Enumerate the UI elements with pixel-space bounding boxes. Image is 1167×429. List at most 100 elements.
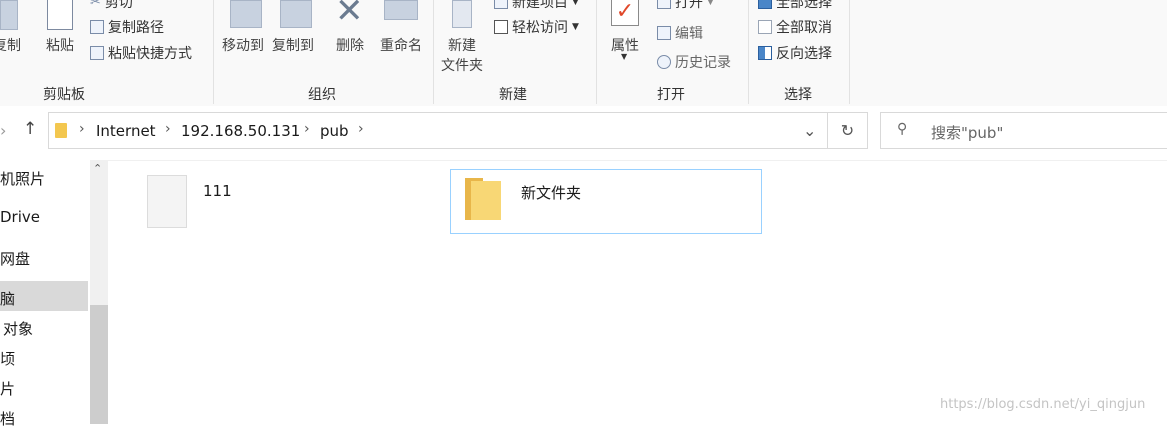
copy-path-button[interactable]: 复制路径 bbox=[90, 17, 164, 37]
separator bbox=[433, 0, 434, 104]
select-all-button[interactable]: 全部选择 bbox=[758, 0, 832, 12]
copy-path-label: 复制路径 bbox=[108, 20, 164, 36]
breadcrumb-internet[interactable]: Internet bbox=[96, 122, 156, 140]
nav-item-camera-roll[interactable]: 机照片 bbox=[0, 168, 88, 189]
copy-icon bbox=[0, 0, 18, 30]
new-folder-icon bbox=[452, 0, 472, 28]
select-all-icon bbox=[758, 0, 772, 9]
chevron-right-icon[interactable]: › bbox=[304, 121, 310, 137]
invert-selection-button[interactable]: 反向选择 bbox=[758, 43, 832, 63]
paste-button[interactable]: 粘贴 bbox=[40, 35, 80, 55]
select-none-icon bbox=[758, 20, 772, 34]
chevron-down-icon: ▼ bbox=[621, 52, 628, 61]
easy-access-button[interactable]: 轻松访问 ▼ bbox=[494, 17, 579, 37]
search-icon: ⚲ bbox=[897, 121, 908, 137]
nav-item-onedrive[interactable]: Drive bbox=[0, 208, 88, 226]
invert-selection-icon bbox=[758, 46, 772, 60]
open-button[interactable]: 打开 ▼ bbox=[657, 0, 714, 12]
nav-item-netdisk[interactable]: 网盘 bbox=[0, 248, 88, 269]
new-item-icon bbox=[494, 0, 508, 9]
paste-shortcut-icon bbox=[90, 46, 104, 60]
copy-to-icon bbox=[280, 0, 312, 28]
edit-label: 编辑 bbox=[675, 26, 703, 42]
copy-path-icon bbox=[90, 20, 104, 34]
navigation-pane: 机照片 Drive 网盘 脑 对象 顷 片 档 bbox=[0, 160, 91, 428]
address-bar[interactable]: › Internet › 192.168.50.131 › pub › ⌄ bbox=[48, 112, 828, 149]
select-none-button[interactable]: 全部取消 bbox=[758, 17, 832, 37]
paste-shortcut-button[interactable]: 粘贴快捷方式 bbox=[90, 43, 192, 63]
chevron-right-icon[interactable]: › bbox=[358, 121, 364, 137]
breadcrumb-pub[interactable]: pub bbox=[320, 122, 349, 140]
history-icon bbox=[657, 55, 671, 69]
rename-button[interactable]: 重命名 bbox=[376, 35, 426, 55]
move-to-button[interactable]: 移动到 bbox=[218, 35, 268, 55]
chevron-down-icon: ▼ bbox=[572, 0, 579, 7]
separator bbox=[748, 0, 749, 104]
search-placeholder: 搜索"pub" bbox=[931, 124, 1004, 142]
chevron-down-icon: ▼ bbox=[707, 0, 714, 7]
separator bbox=[596, 0, 597, 104]
chevron-up-icon[interactable]: ⌃ bbox=[93, 162, 102, 175]
chevron-down-icon[interactable]: ⌄ bbox=[803, 121, 816, 140]
organize-group-label: 组织 bbox=[308, 87, 336, 103]
nav-scrollbar-thumb[interactable] bbox=[90, 305, 108, 424]
select-none-label: 全部取消 bbox=[776, 20, 832, 36]
paste-icon bbox=[47, 0, 73, 30]
chevron-down-icon: ▼ bbox=[572, 22, 579, 32]
watermark: https://blog.csdn.net/yi_qingjun bbox=[940, 397, 1146, 412]
move-to-icon bbox=[230, 0, 262, 28]
copy-to-button[interactable]: 复制到 bbox=[268, 35, 318, 55]
file-icon bbox=[147, 175, 187, 228]
history-button[interactable]: 历史记录 bbox=[657, 52, 731, 72]
copy-button[interactable]: 复制 bbox=[0, 35, 28, 55]
new-item-button[interactable]: 新建项目 ▼ bbox=[494, 0, 579, 12]
chevron-right-icon[interactable]: › bbox=[79, 121, 85, 137]
history-label: 历史记录 bbox=[675, 55, 731, 71]
chevron-right-icon[interactable]: › bbox=[165, 121, 171, 137]
delete-icon: ✕ bbox=[335, 0, 364, 31]
refresh-button[interactable]: ↻ bbox=[828, 112, 868, 149]
address-toolbar: › ↑ › Internet › 192.168.50.131 › pub › … bbox=[0, 106, 1167, 161]
delete-button[interactable]: 删除 bbox=[330, 35, 370, 55]
nav-item-documents[interactable]: 档 bbox=[0, 408, 88, 429]
scissors-icon: ✂ bbox=[90, 0, 101, 10]
open-icon bbox=[657, 0, 671, 9]
refresh-icon: ↻ bbox=[840, 121, 855, 140]
folder-icon bbox=[465, 178, 501, 220]
nav-item-videos[interactable]: 顷 bbox=[0, 348, 88, 369]
new-item-label: 新建项目 bbox=[512, 0, 568, 11]
breadcrumb-host[interactable]: 192.168.50.131 bbox=[181, 122, 300, 140]
select-all-label: 全部选择 bbox=[776, 0, 832, 11]
clipboard-group-label: 剪贴板 bbox=[43, 87, 85, 103]
easy-access-label: 轻松访问 bbox=[512, 20, 568, 36]
search-input[interactable]: ⚲ 搜索"pub" bbox=[880, 112, 1167, 149]
new-group-label: 新建 bbox=[499, 87, 527, 103]
open-group-label: 打开 bbox=[657, 87, 685, 103]
new-folder-button-line1[interactable]: 新建 bbox=[440, 35, 484, 55]
cut-label: 剪切 bbox=[104, 0, 133, 11]
properties-icon: ✓ bbox=[611, 0, 639, 26]
ribbon: 复制 粘贴 ✂ 剪切 复制路径 粘贴快捷方式 剪贴板 移动到 复制到 ✕ 删除 … bbox=[0, 0, 1167, 107]
separator bbox=[213, 0, 214, 104]
folder-item-new-folder[interactable]: 新文件夹 bbox=[450, 169, 762, 234]
file-name: 111 bbox=[203, 182, 232, 200]
edit-button[interactable]: 编辑 bbox=[657, 23, 703, 43]
open-label: 打开 bbox=[675, 0, 703, 11]
select-group-label: 选择 bbox=[784, 87, 812, 103]
edit-icon bbox=[657, 26, 671, 40]
paste-shortcut-label: 粘贴快捷方式 bbox=[108, 46, 192, 62]
invert-selection-label: 反向选择 bbox=[776, 46, 832, 62]
up-arrow-icon[interactable]: ↑ bbox=[23, 119, 37, 139]
nav-item-this-pc[interactable]: 脑 bbox=[0, 288, 88, 309]
cut-button[interactable]: ✂ 剪切 bbox=[90, 0, 133, 12]
folder-icon bbox=[55, 123, 67, 138]
nav-item-3d-objects[interactable]: 对象 bbox=[3, 318, 91, 339]
easy-access-icon bbox=[494, 20, 508, 34]
separator bbox=[849, 0, 850, 104]
new-folder-button-line2[interactable]: 文件夹 bbox=[437, 55, 487, 75]
folder-name: 新文件夹 bbox=[521, 184, 582, 202]
back-chevron-icon[interactable]: › bbox=[0, 121, 6, 140]
nav-item-pictures[interactable]: 片 bbox=[0, 378, 88, 399]
rename-icon bbox=[384, 0, 418, 20]
file-item-111[interactable]: 111 bbox=[140, 170, 250, 232]
